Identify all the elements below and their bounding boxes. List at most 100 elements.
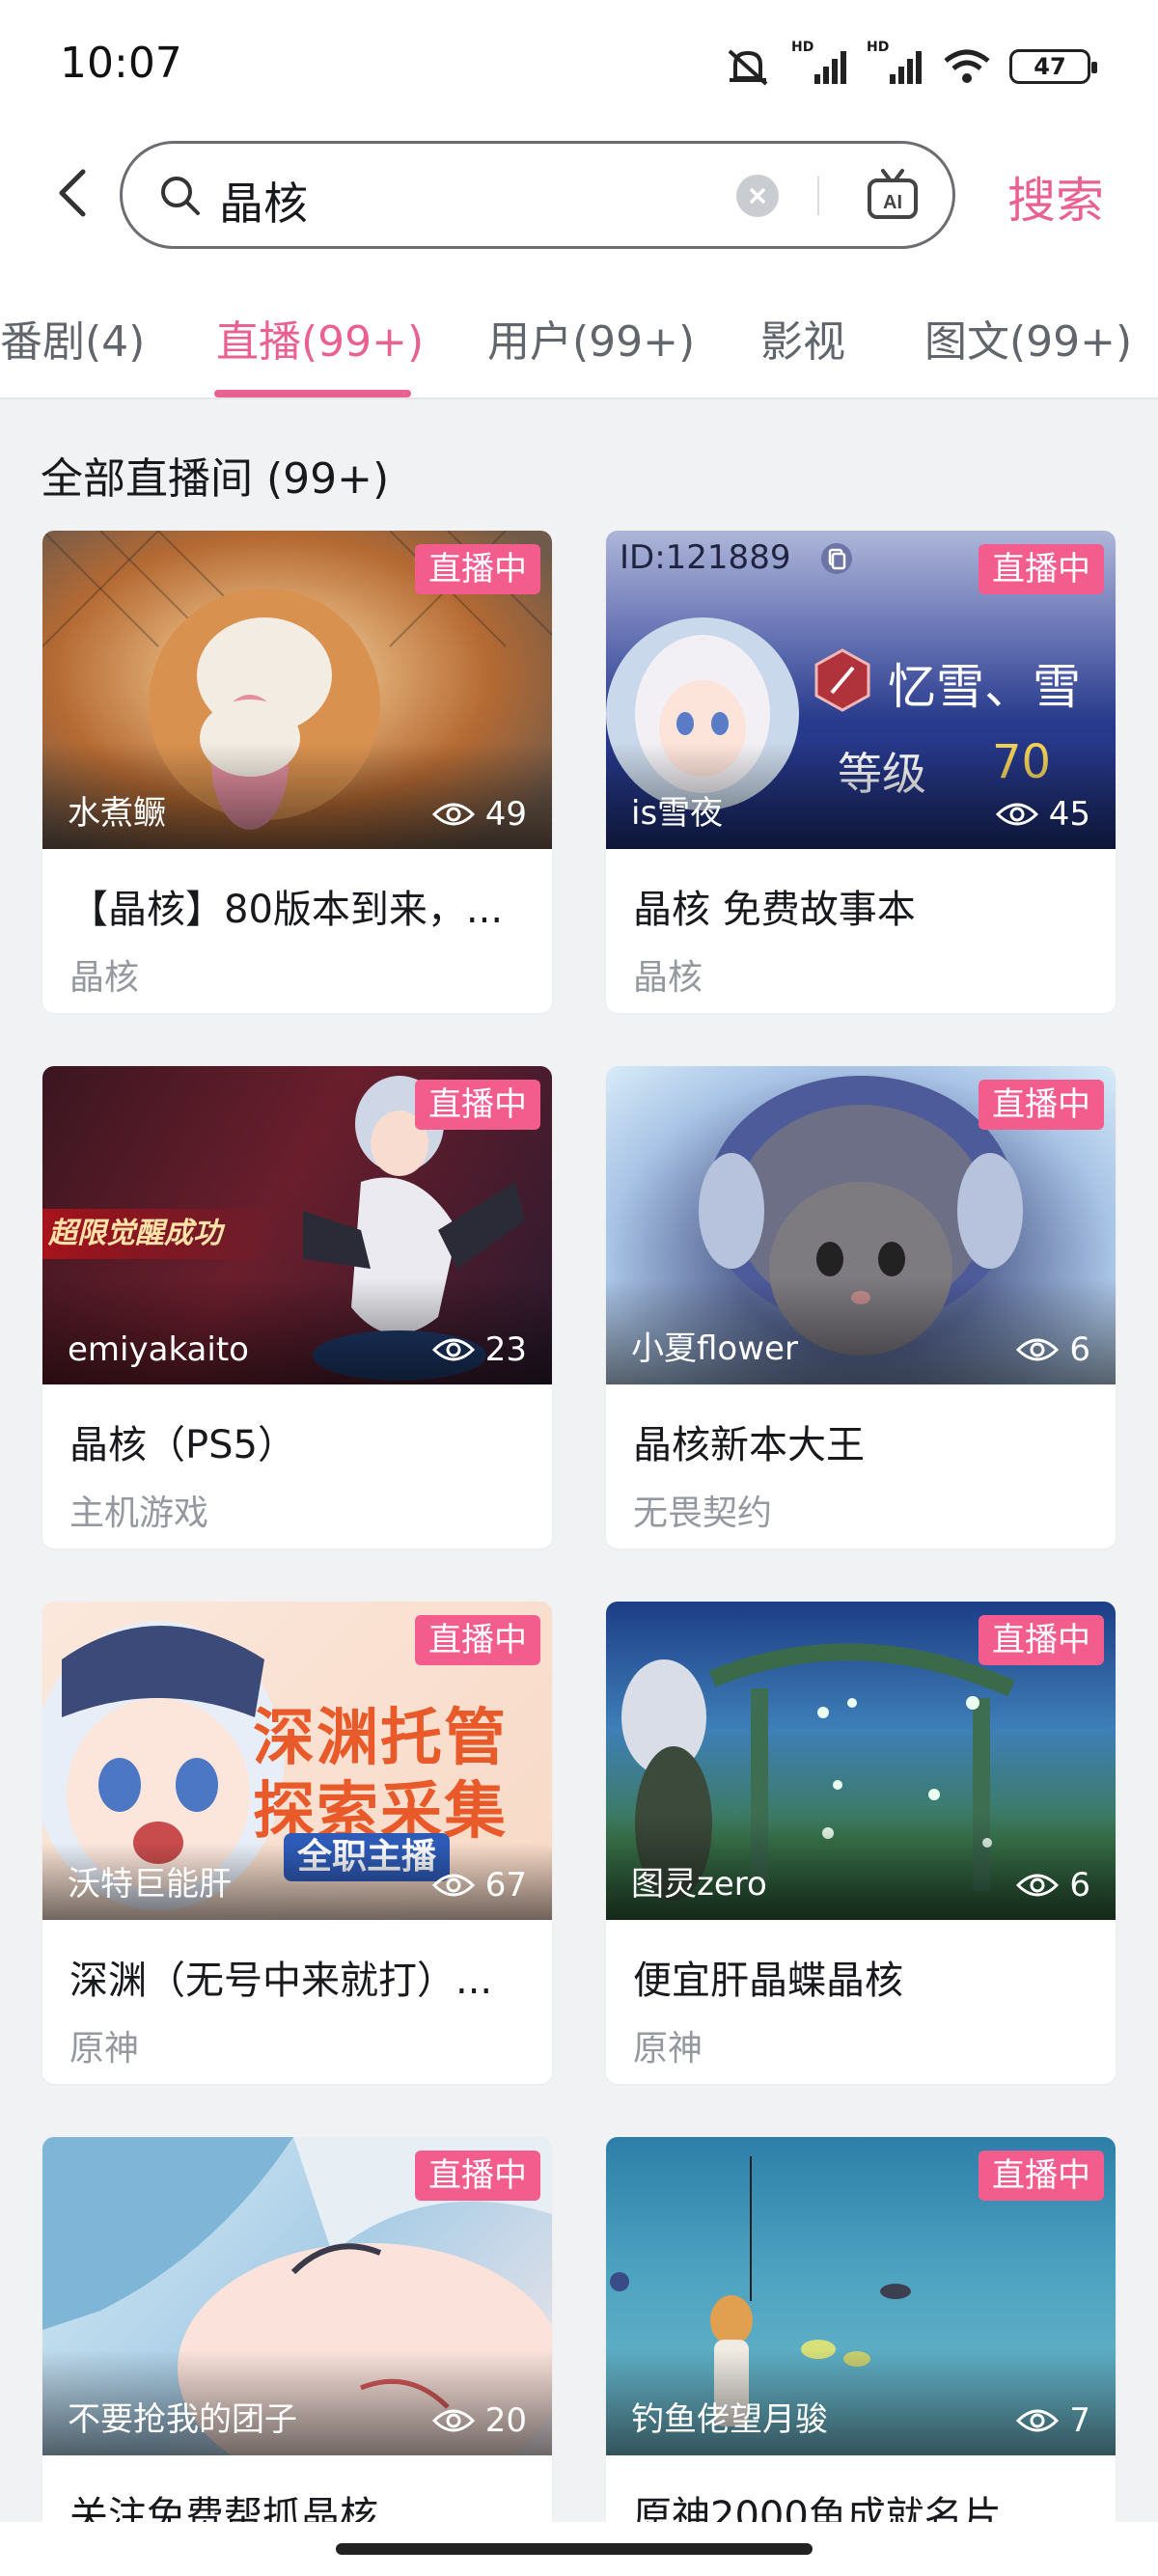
eye-icon [1016, 1874, 1060, 1897]
streamer-name: emiyakaito [68, 1330, 249, 1369]
tab-movies[interactable]: 影视 [760, 307, 845, 369]
status-icons: HD HD 47 [722, 40, 1097, 91]
viewer-count: 45 [995, 795, 1090, 834]
live-card[interactable]: 直播中 图灵zero 6 便宜肝晶蝶晶核 原神 [606, 1602, 1116, 2084]
search-box[interactable]: 晶核 AI [120, 141, 955, 249]
live-badge: 直播中 [415, 1615, 540, 1665]
live-card[interactable]: 直播中 钓鱼佬望月骏 7 原神2000鱼成就名片... [606, 2137, 1116, 2576]
search-header: 晶核 AI 搜索 [0, 135, 1158, 260]
eye-icon [995, 803, 1038, 826]
svg-text:AI: AI [883, 192, 902, 213]
close-icon [749, 187, 766, 205]
thumbnail: 直播中 水煮鳜 49 [42, 531, 552, 849]
search-button[interactable]: 搜索 [1007, 162, 1104, 232]
thumbnail: 深渊托管 探索采集 全职主播 直播中 沃特巨能肝 67 [42, 1602, 552, 1920]
battery-level: 47 [1034, 53, 1066, 80]
viewer-count: 6 [1015, 1330, 1090, 1369]
eye-icon [1016, 2409, 1060, 2432]
streamer-name: 不要抢我的团子 [68, 2400, 297, 2439]
tab-articles[interactable]: 图文(99+) [924, 307, 1132, 369]
card-title: 晶核 免费故事本 [633, 888, 916, 932]
viewer-count-value: 6 [1069, 1866, 1090, 1905]
signal-icon-2: HD [867, 40, 924, 86]
viewer-count: 7 [1015, 2401, 1090, 2440]
result-tabs: 番剧(4) 直播(99+) 用户(99+) 影视 图文(99+) [0, 260, 1158, 399]
card-category: 无畏契约 [633, 1494, 773, 1533]
wifi-icon [942, 47, 992, 86]
streamer-name: is雪夜 [631, 794, 724, 833]
live-card[interactable]: 深渊托管 探索采集 全职主播 直播中 沃特巨能肝 67 深渊（无号中来就打）..… [42, 1602, 552, 2084]
tab-users[interactable]: 用户(99+) [487, 307, 695, 369]
eye-icon [431, 1874, 475, 1897]
viewer-count-value: 7 [1069, 2401, 1090, 2440]
viewer-count: 67 [431, 1866, 527, 1905]
live-card[interactable]: 直播中 小夏flower 6 晶核新本大王 无畏契约 [606, 1066, 1116, 1548]
ai-tv-icon: AI [868, 169, 918, 219]
eye-icon [431, 803, 475, 826]
viewer-count: 6 [1015, 1866, 1090, 1905]
signal-icon-1: HD [791, 40, 849, 86]
streamer-name: 小夏flower [631, 1329, 798, 1368]
search-input[interactable]: 晶核 [219, 169, 308, 233]
viewer-count-value: 45 [1048, 795, 1090, 834]
card-category: 晶核 [69, 958, 140, 998]
viewer-count: 20 [431, 2401, 527, 2440]
live-badge: 直播中 [415, 1080, 540, 1130]
hd-label-2: HD [867, 40, 890, 55]
card-title: 便宜肝晶蝶晶核 [633, 1959, 903, 2003]
card-title: 深渊（无号中来就打）... [69, 1959, 493, 2003]
live-badge: 直播中 [415, 544, 540, 594]
chevron-left-icon [59, 169, 86, 217]
mute-icon [722, 45, 774, 88]
streamer-name: 水煮鳜 [68, 794, 166, 833]
thumbnail: 直播中 钓鱼佬望月骏 7 [606, 2137, 1116, 2455]
active-tab-indicator [214, 390, 411, 397]
viewer-count: 23 [431, 1330, 527, 1369]
search-divider [817, 177, 819, 215]
live-card[interactable]: 直播中 水煮鳜 49 【晶核】80版本到来，... 晶核 [42, 531, 552, 1013]
tab-live[interactable]: 直播(99+) [216, 307, 424, 369]
status-bar: 10:07 HD HD 47 [0, 0, 1158, 135]
eye-icon [431, 2409, 475, 2432]
eye-icon [1016, 1338, 1060, 1361]
copy-icon [821, 543, 852, 574]
card-title: 【晶核】80版本到来，... [69, 888, 504, 932]
streamer-name: 沃特巨能肝 [68, 1865, 232, 1904]
live-card[interactable]: ID:121889 忆雪、雪 等级 70 直播中 is雪夜 45 晶核 免费故事… [606, 531, 1116, 1013]
thumbnail: 超限觉醒成功 直播中 emiyakaito 23 [42, 1066, 552, 1384]
viewer-count: 49 [431, 795, 527, 834]
live-badge: 直播中 [979, 1615, 1104, 1665]
card-category: 主机游戏 [69, 1494, 209, 1533]
rank-badge-icon [814, 648, 870, 712]
clear-button[interactable] [736, 175, 779, 217]
thumbnail: 直播中 小夏flower 6 [606, 1066, 1116, 1384]
viewer-count-value: 23 [484, 1330, 527, 1369]
ai-button[interactable]: AI [864, 167, 922, 225]
thumb-name-text: 忆雪、雪 [888, 659, 1081, 715]
card-category: 原神 [633, 2029, 703, 2069]
card-title: 晶核（PS5） [69, 1423, 296, 1467]
battery-icon: 47 [1009, 49, 1097, 84]
thumbnail: ID:121889 忆雪、雪 等级 70 直播中 is雪夜 45 [606, 531, 1116, 849]
live-card[interactable]: 超限觉醒成功 直播中 emiyakaito 23 晶核（PS5） 主机游戏 [42, 1066, 552, 1548]
live-badge: 直播中 [415, 2151, 540, 2201]
card-category: 晶核 [633, 958, 703, 998]
back-button[interactable] [44, 164, 102, 222]
streamer-name: 钓鱼佬望月骏 [631, 2400, 828, 2439]
status-time: 10:07 [60, 39, 182, 88]
thumb-id-text: ID:121889 [620, 538, 791, 577]
hd-label-1: HD [791, 40, 814, 55]
search-icon [161, 177, 200, 215]
thumbnail: 直播中 不要抢我的团子 20 [42, 2137, 552, 2455]
live-card[interactable]: 直播中 不要抢我的团子 20 关注免费帮抓晶核 [42, 2137, 552, 2576]
card-title: 晶核新本大王 [633, 1423, 865, 1467]
home-indicator[interactable] [336, 2543, 813, 2555]
navigation-bar [0, 2522, 1158, 2576]
streamer-name: 图灵zero [631, 1865, 767, 1904]
tab-anime[interactable]: 番剧(4) [0, 307, 145, 369]
section-title: 全部直播间 (99+) [41, 454, 390, 504]
viewer-count-value: 6 [1069, 1330, 1090, 1369]
viewer-count-value: 20 [484, 2401, 527, 2440]
viewer-count-value: 49 [484, 795, 527, 834]
live-badge: 直播中 [979, 1080, 1104, 1130]
